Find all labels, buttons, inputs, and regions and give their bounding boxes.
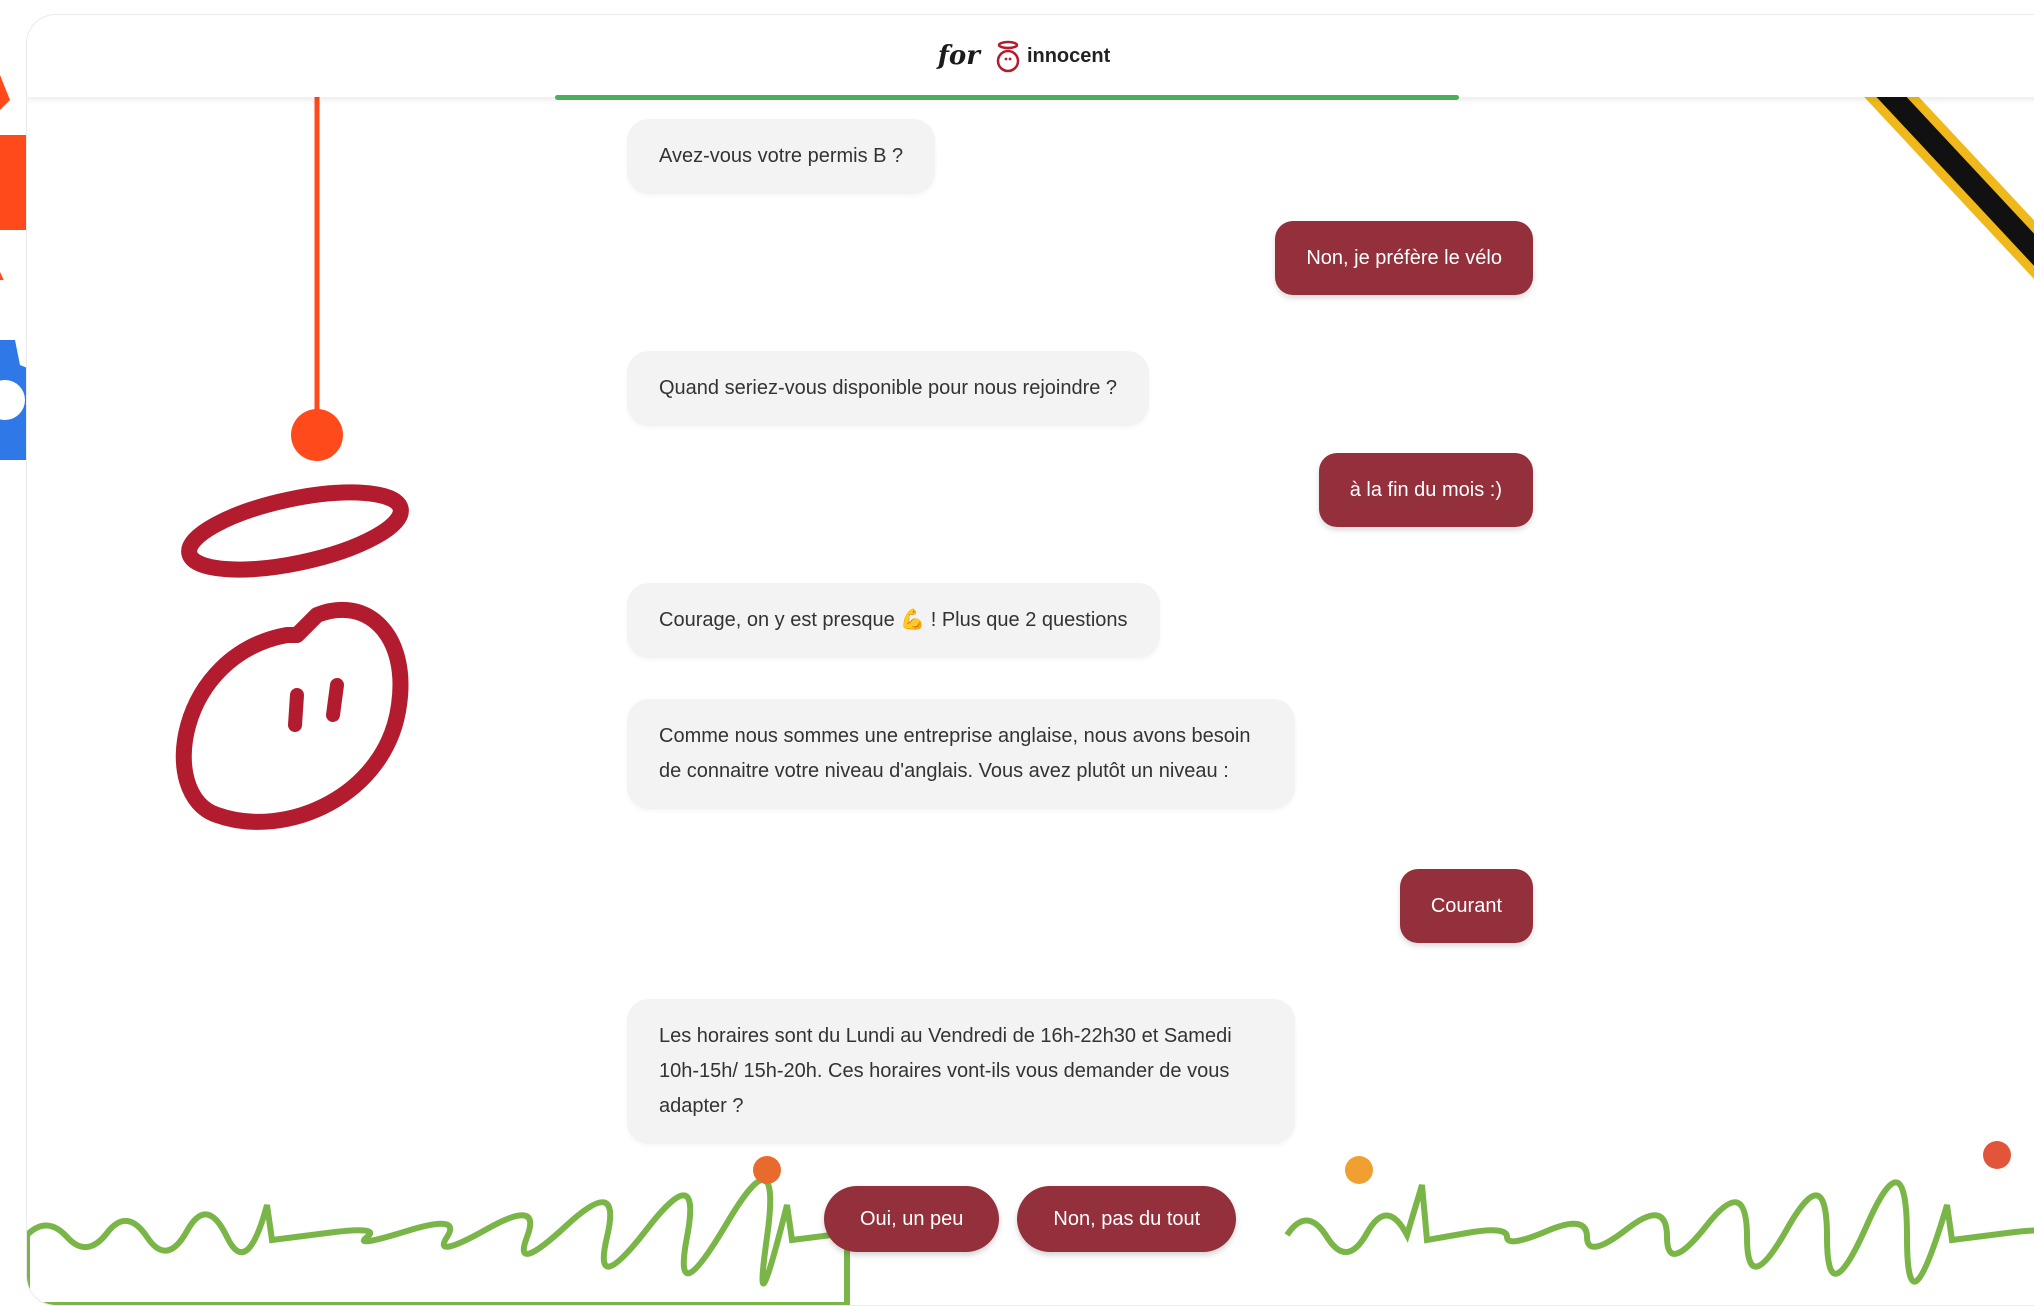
bot-message: Quand seriez-vous disponible pour nous r…	[627, 351, 1150, 426]
bot-message: Courage, on y est presque 💪 ! Plus que 2…	[627, 583, 1160, 658]
progress-bar	[555, 95, 1459, 100]
bot-message: Les horaires sont du Lundi au Vendredi d…	[627, 999, 1295, 1144]
bot-message: Avez-vous votre permis B ?	[627, 119, 936, 194]
flower-icon	[1345, 1156, 1373, 1184]
innocent-logo-icon	[996, 40, 1020, 73]
brand-for-label: for	[937, 41, 980, 71]
app-window: for innocent Avez-vous votre permis B ? …	[26, 14, 2034, 1306]
top-bar: for innocent	[27, 15, 2034, 97]
user-message: à la fin du mois :)	[1318, 453, 1533, 527]
flower-icon	[753, 1156, 781, 1184]
answer-options: Oui, un peu Non, pas du tout	[824, 1186, 1237, 1252]
bot-message: Comme nous sommes une entreprise anglais…	[627, 699, 1295, 809]
halo-mascot-icon	[175, 15, 409, 830]
user-message: Non, je préfère le vélo	[1275, 221, 1533, 295]
user-message: Courant	[1399, 869, 1533, 943]
brand: for innocent	[937, 38, 1110, 74]
brand-name: innocent	[1026, 44, 1111, 67]
brand-logo: innocent	[994, 38, 1110, 74]
answer-not-at-all-button[interactable]: Non, pas du tout	[1017, 1186, 1237, 1252]
answer-yes-a-little-button[interactable]: Oui, un peu	[824, 1186, 1000, 1252]
flower-icon	[1983, 1141, 2011, 1169]
